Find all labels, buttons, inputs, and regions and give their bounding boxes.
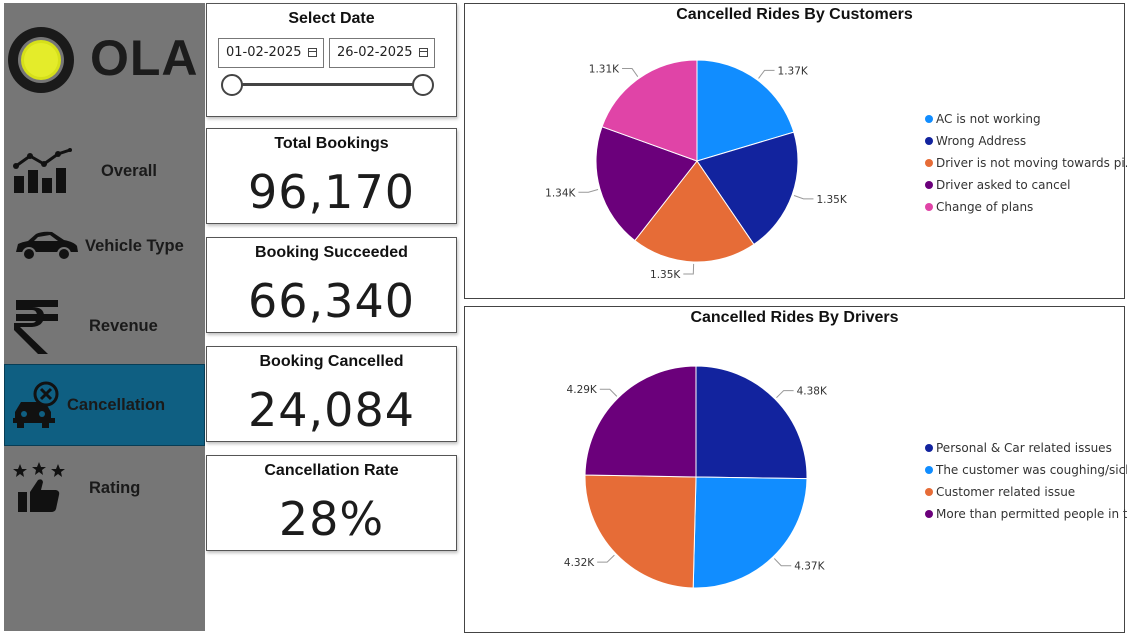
leader-line <box>683 263 695 275</box>
nav-label-overall: Overall <box>101 161 157 180</box>
pie-slice[interactable] <box>692 476 808 589</box>
leader-line <box>578 189 599 193</box>
kpi-card-total-bookings: Total Bookings 96,170 <box>206 128 457 224</box>
leader-line <box>599 388 618 397</box>
nav-label-vehicle-type: Vehicle Type <box>85 236 184 255</box>
legend-marker <box>925 137 933 145</box>
nav-item-revenue[interactable]: Revenue <box>4 288 205 364</box>
leader-line <box>597 554 615 563</box>
legend-label: Driver is not moving towards pi... <box>936 156 1127 170</box>
data-label: 4.37K <box>794 561 825 573</box>
legend-label: Wrong Address <box>936 134 1027 148</box>
rupee-icon <box>14 300 58 354</box>
legend-item[interactable]: Wrong Address <box>925 130 1127 152</box>
legend-marker <box>925 115 933 123</box>
kpi-card-booking-succeeded: Booking Succeeded 66,340 <box>206 237 457 333</box>
sidebar-nav: OLA Overall Vehicle Type Revenue Cancell… <box>4 3 205 631</box>
start-date-input[interactable]: 01-02-2025 <box>218 38 324 68</box>
data-label: 1.35K <box>650 269 681 281</box>
kpi-card-cancellation-rate: Cancellation Rate 28% <box>206 455 457 551</box>
kpi-title: Cancellation Rate <box>264 462 399 479</box>
kpi-card-booking-cancelled: Booking Cancelled 24,084 <box>206 346 457 442</box>
nav-item-vehicle-type[interactable]: Vehicle Type <box>4 216 205 276</box>
legend-item[interactable]: More than permitted people in t... <box>925 503 1127 525</box>
legend-label: Personal & Car related issues <box>936 441 1112 455</box>
nav-label-rating: Rating <box>89 478 141 497</box>
legend-label: More than permitted people in t... <box>936 507 1127 521</box>
data-label: 4.38K <box>797 386 828 398</box>
kpi-title: Booking Succeeded <box>255 244 408 261</box>
date-range-end-handle[interactable] <box>412 74 434 96</box>
legend-marker <box>925 466 933 474</box>
date-range-start-handle[interactable] <box>221 74 243 96</box>
end-date-input[interactable]: 26-02-2025 <box>329 38 435 68</box>
start-date-value: 01-02-2025 <box>226 45 302 60</box>
nav-label-cancellation: Cancellation <box>67 395 166 414</box>
data-label: 1.31K <box>589 64 620 76</box>
legend-item[interactable]: Personal & Car related issues <box>925 437 1127 459</box>
legend-label: Customer related issue <box>936 485 1076 499</box>
legend-item[interactable]: The customer was coughing/sick <box>925 459 1127 481</box>
date-filter-card: Select Date 01-02-2025 26-02-2025 <box>206 3 457 117</box>
chart-panel-drivers: Cancelled Rides By Drivers 4.38K 4.37K 4.3… <box>464 306 1127 633</box>
nav-item-rating[interactable]: Rating <box>4 448 205 528</box>
data-label: 1.34K <box>545 187 576 199</box>
leader-line <box>773 558 792 567</box>
kpi-value: 96,170 <box>248 165 415 219</box>
bar-chart-icon <box>13 148 72 193</box>
legend-item[interactable]: AC is not working <box>925 108 1127 130</box>
data-label: 4.32K <box>564 557 595 569</box>
legend-item[interactable]: Customer related issue <box>925 481 1127 503</box>
leader-line <box>776 390 794 399</box>
kpi-value: 66,340 <box>248 274 415 328</box>
kpi-value: 24,084 <box>248 383 415 437</box>
data-label: 1.37K <box>778 65 809 77</box>
kpi-title: Booking Cancelled <box>259 353 404 370</box>
calendar-icon[interactable] <box>308 48 317 57</box>
date-range-slider-track[interactable] <box>231 83 425 86</box>
legend-marker <box>925 159 933 167</box>
nav-label-revenue: Revenue <box>89 316 158 335</box>
legend-label: Driver asked to cancel <box>936 178 1071 192</box>
pie-slice[interactable] <box>584 474 697 589</box>
ola-logo-icon <box>8 27 74 93</box>
ola-logo-text: OLA <box>90 30 199 86</box>
thumbs-up-stars-icon <box>13 462 65 512</box>
legend-marker <box>925 488 933 496</box>
pie-slice[interactable] <box>584 365 697 478</box>
calendar-icon[interactable] <box>419 48 428 57</box>
legend-marker <box>925 181 933 189</box>
nav-item-overall[interactable]: Overall <box>4 131 205 211</box>
date-filter-title: Select Date <box>288 10 375 27</box>
data-label: 4.29K <box>567 384 598 396</box>
legend-item[interactable]: Driver asked to cancel <box>925 174 1127 196</box>
legend-marker <box>925 203 933 211</box>
legend-marker <box>925 510 933 518</box>
legend-label: Change of plans <box>936 200 1034 214</box>
leader-line <box>793 195 814 200</box>
legend-label: The customer was coughing/sick <box>936 463 1127 477</box>
leader-line <box>622 68 639 78</box>
chart-legend-customers: AC is not working Wrong Address Driver is … <box>925 108 1127 218</box>
legend-item[interactable]: Change of plans <box>925 196 1127 218</box>
legend-marker <box>925 444 933 452</box>
end-date-value: 26-02-2025 <box>337 45 413 60</box>
data-label: 1.35K <box>816 194 847 206</box>
cancel-car-icon <box>13 381 59 428</box>
nav-item-cancellation[interactable]: Cancellation <box>4 364 205 446</box>
kpi-title: Total Bookings <box>274 135 389 152</box>
kpi-value: 28% <box>278 492 385 546</box>
legend-label: AC is not working <box>936 112 1041 126</box>
ola-logo: OLA <box>4 3 205 101</box>
chart-panel-customers: Cancelled Rides By Customers 1.37K 1.35K 1… <box>464 3 1127 299</box>
car-icon <box>16 231 78 261</box>
chart-legend-drivers: Personal & Car related issues The custome… <box>925 437 1127 525</box>
leader-line <box>758 69 775 79</box>
pie-slice[interactable] <box>695 365 808 480</box>
legend-item[interactable]: Driver is not moving towards pi... <box>925 152 1127 174</box>
